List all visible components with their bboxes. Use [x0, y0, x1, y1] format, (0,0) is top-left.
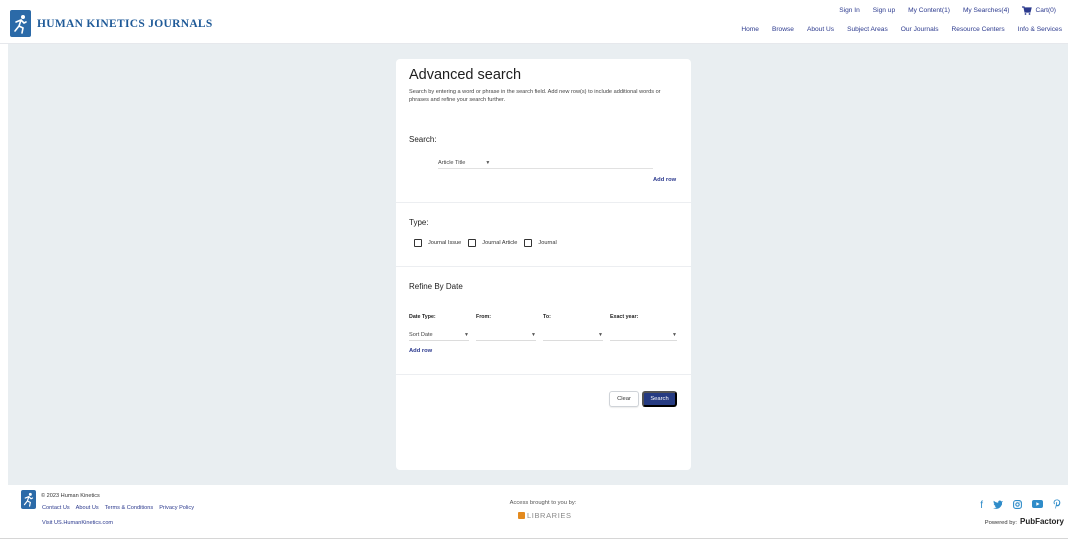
- to-select[interactable]: ▼: [543, 329, 603, 341]
- search-row: Article Title ▼: [438, 157, 653, 169]
- journal-checkbox[interactable]: [524, 239, 533, 247]
- chevron-down-icon: ▼: [464, 331, 469, 338]
- page-title: Advanced search: [409, 67, 522, 83]
- logo-text: HUMAN KINETICS JOURNALS: [37, 17, 213, 30]
- library-logo: LIBRARIES: [518, 511, 572, 520]
- runner-logo-icon: [10, 10, 31, 37]
- journal-article-checkbox[interactable]: [468, 239, 477, 247]
- section-divider: [396, 202, 691, 203]
- from-select[interactable]: ▼: [476, 329, 536, 341]
- instagram-icon[interactable]: [1013, 499, 1022, 512]
- from-header: From:: [476, 314, 492, 320]
- footer-about-us-link[interactable]: About Us: [76, 505, 99, 511]
- footer-links: Contact Us About Us Terms & Conditions P…: [42, 505, 194, 511]
- footer-privacy-link[interactable]: Privacy Policy: [159, 505, 194, 511]
- my-searches-link[interactable]: My Searches(4): [963, 7, 1010, 14]
- exact-year-header: Exact year:: [610, 314, 639, 320]
- search-term-input[interactable]: [490, 157, 653, 169]
- copyright-text: © 2023 Human Kinetics: [41, 493, 100, 499]
- to-header: To:: [543, 314, 551, 320]
- section-divider: [396, 266, 691, 267]
- search-button[interactable]: Search: [642, 391, 677, 407]
- chevron-down-icon: ▼: [672, 331, 677, 338]
- nav-subject-areas[interactable]: Subject Areas: [847, 26, 888, 33]
- site-footer: © 2023 Human Kinetics Contact Us About U…: [0, 485, 1068, 539]
- cart-link[interactable]: Cart(0): [1022, 6, 1056, 15]
- nav-our-journals[interactable]: Our Journals: [901, 26, 939, 33]
- site-header: HUMAN KINETICS JOURNALS Sign In Sign up …: [0, 0, 1068, 44]
- journal-article-label: Journal Article: [482, 240, 518, 246]
- date-type-select[interactable]: Sort Date ▼: [409, 329, 469, 341]
- clear-button[interactable]: Clear: [609, 391, 639, 407]
- footer-contact-us-link[interactable]: Contact Us: [42, 505, 70, 511]
- add-date-row-link[interactable]: Add row: [409, 348, 432, 354]
- advanced-search-panel: Advanced search Search by entering a wor…: [396, 59, 691, 470]
- nav-about-us[interactable]: About Us: [807, 26, 834, 33]
- nav-resource-centers[interactable]: Resource Centers: [952, 26, 1005, 33]
- runner-logo-icon[interactable]: [21, 490, 36, 509]
- search-section-label: Search:: [409, 135, 437, 144]
- twitter-icon[interactable]: [993, 500, 1003, 512]
- powered-by-label: Powered by:: [984, 520, 1017, 526]
- field-select[interactable]: Article Title: [438, 160, 465, 166]
- add-search-row-link[interactable]: Add row: [653, 177, 676, 183]
- facebook-icon[interactable]: f: [980, 500, 983, 511]
- visit-site-link[interactable]: Visit US.HumanKinetics.com: [42, 520, 113, 526]
- type-checkbox-group: Journal Issue Journal Article Journal: [414, 239, 564, 247]
- section-divider: [396, 374, 691, 375]
- youtube-icon[interactable]: [1032, 500, 1043, 511]
- utility-nav: Sign In Sign up My Content(1) My Searche…: [839, 6, 1056, 15]
- footer-terms-link[interactable]: Terms & Conditions: [105, 505, 154, 511]
- library-name: LIBRARIES: [527, 511, 572, 520]
- pubfactory-logo[interactable]: PubFactory: [1020, 517, 1064, 526]
- nav-home[interactable]: Home: [741, 26, 759, 33]
- date-type-header: Date Type:: [409, 314, 436, 320]
- nav-info-services[interactable]: Info & Services: [1018, 26, 1062, 33]
- social-links: f: [980, 499, 1061, 512]
- search-instructions: Search by entering a word or phrase in t…: [409, 89, 661, 103]
- cart-label: Cart(0): [1035, 7, 1056, 14]
- exact-year-select[interactable]: ▼: [610, 329, 677, 341]
- nav-browse[interactable]: Browse: [772, 26, 794, 33]
- journal-label: Journal: [538, 240, 557, 246]
- cart-icon: [1022, 6, 1033, 15]
- journal-issue-checkbox[interactable]: [414, 239, 422, 247]
- type-section-label: Type:: [409, 218, 429, 227]
- chevron-down-icon: ▼: [598, 331, 603, 338]
- sign-up-link[interactable]: Sign up: [873, 7, 895, 14]
- sign-in-link[interactable]: Sign In: [839, 7, 860, 14]
- journal-issue-label: Journal Issue: [428, 240, 462, 246]
- date-type-value: Sort Date: [409, 331, 433, 338]
- library-icon: [518, 512, 525, 519]
- pinterest-icon[interactable]: [1053, 499, 1061, 512]
- refine-by-date-label: Refine By Date: [409, 282, 463, 291]
- chevron-down-icon: ▼: [531, 331, 536, 338]
- site-logo[interactable]: HUMAN KINETICS JOURNALS: [10, 10, 213, 37]
- main-nav: Home Browse About Us Subject Areas Our J…: [741, 26, 1062, 33]
- access-provided-text: Access brought to you by:: [509, 500, 577, 506]
- my-content-link[interactable]: My Content(1): [908, 7, 950, 14]
- powered-by: Powered by: PubFactory: [985, 517, 1064, 526]
